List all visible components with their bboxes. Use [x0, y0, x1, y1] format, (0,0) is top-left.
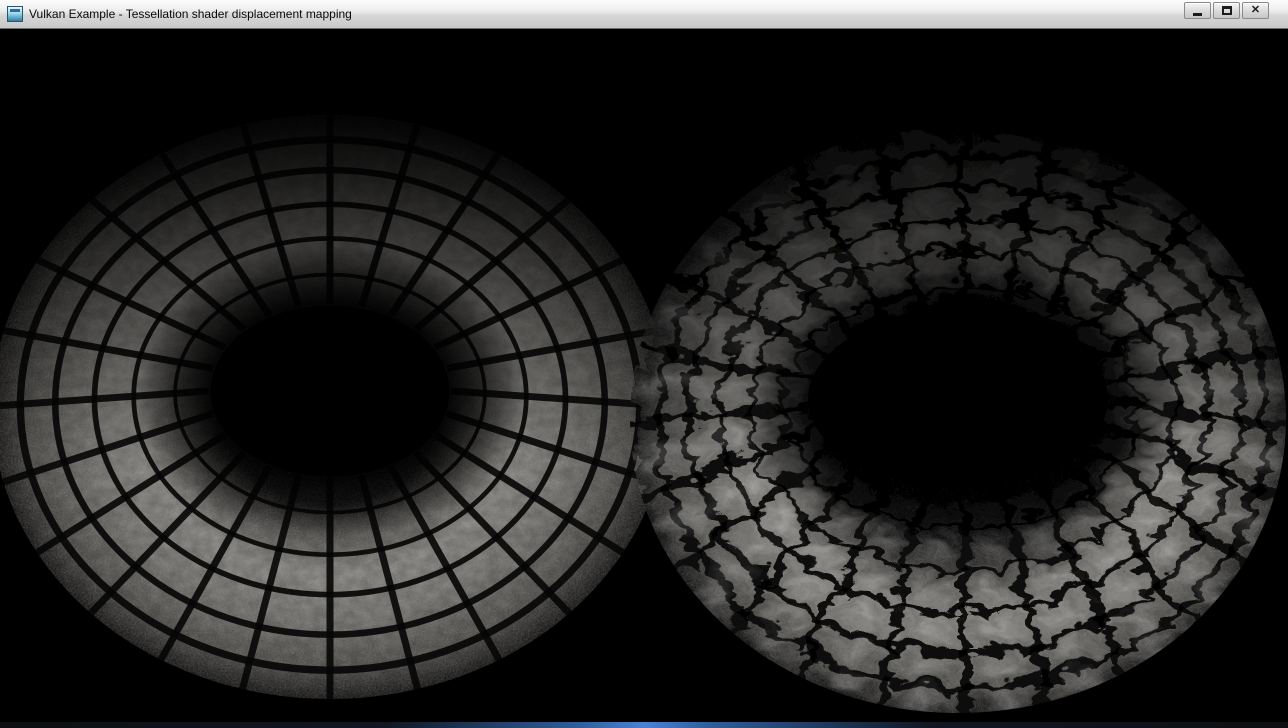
- minimize-button[interactable]: [1184, 2, 1211, 19]
- close-icon: ✕: [1251, 5, 1260, 16]
- app-icon: [7, 6, 23, 22]
- titlebar[interactable]: Vulkan Example - Tessellation shader dis…: [0, 0, 1288, 29]
- close-button[interactable]: ✕: [1242, 2, 1269, 19]
- vulkan-render-scene: [0, 29, 1288, 721]
- window-bottom-border: [0, 721, 1288, 728]
- render-viewport[interactable]: [0, 29, 1288, 721]
- window-controls: ✕: [1184, 2, 1269, 19]
- maximize-icon: [1222, 6, 1232, 15]
- maximize-button[interactable]: [1213, 2, 1240, 19]
- minimize-icon: [1193, 13, 1202, 16]
- app-window: Vulkan Example - Tessellation shader dis…: [0, 0, 1288, 728]
- window-title: Vulkan Example - Tessellation shader dis…: [29, 7, 352, 21]
